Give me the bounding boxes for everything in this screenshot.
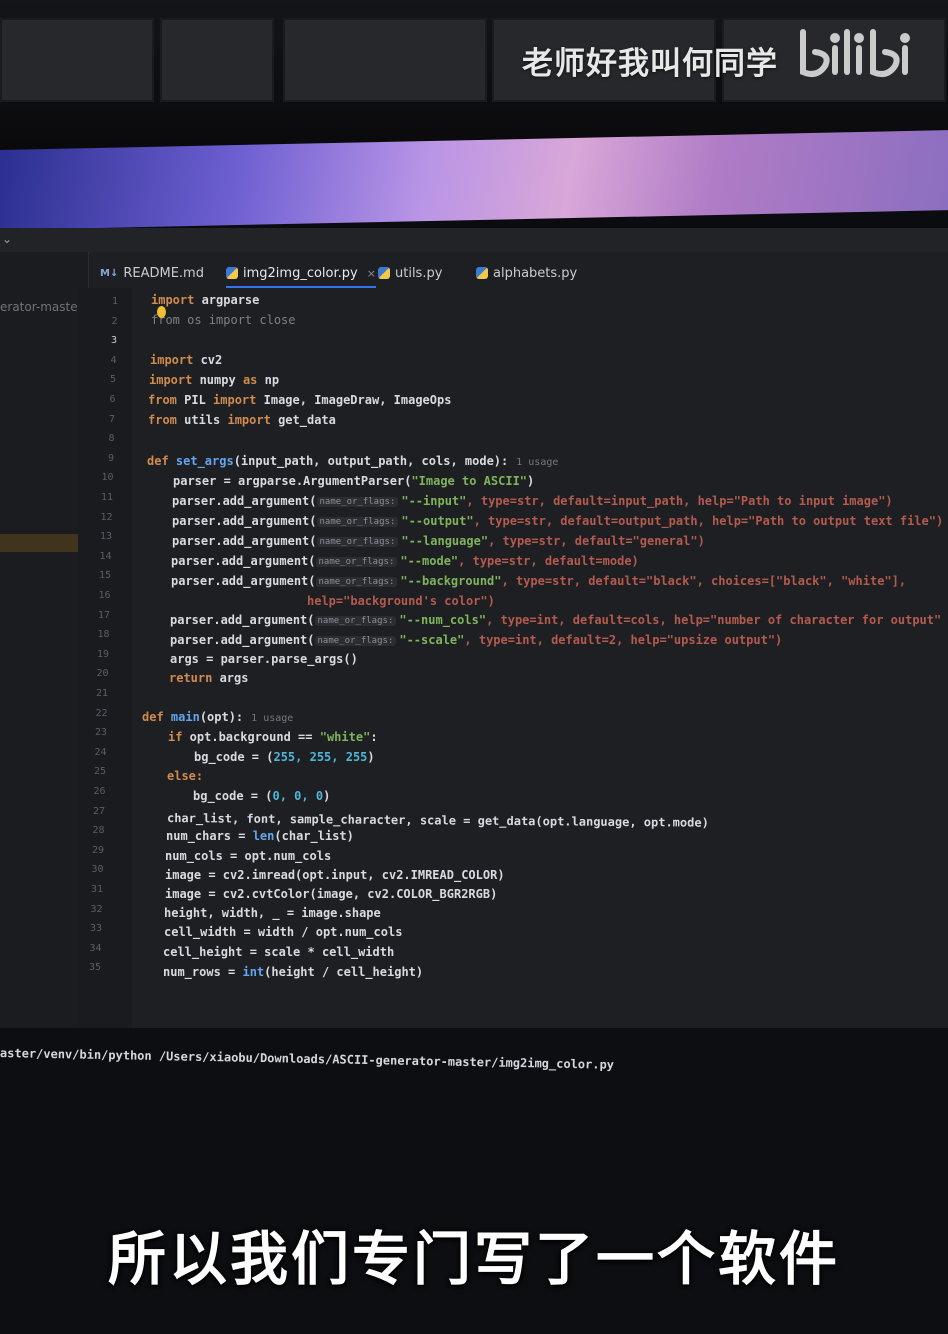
code-line[interactable]: help="background's color") — [307, 594, 495, 608]
uploader-watermark: 老师好我叫何同学 — [522, 46, 778, 82]
line-number: 23 — [94, 727, 107, 739]
python-icon — [226, 267, 238, 279]
code-line[interactable]: from PIL import Image, ImageDraw, ImageO… — [148, 393, 451, 407]
tab-utils[interactable]: utils.py — [378, 260, 442, 286]
tab-label: img2img_color.py — [243, 265, 358, 281]
close-icon[interactable]: × — [367, 267, 376, 280]
line-number: 27 — [92, 805, 105, 817]
line-number: 19 — [96, 648, 109, 660]
code-line[interactable]: cell_height = scale * cell_width — [163, 945, 394, 959]
line-number: 7 — [108, 413, 115, 425]
line-number: 9 — [107, 452, 114, 464]
code-line[interactable]: parser.add_argument(name_or_flags: "--inp… — [172, 494, 893, 508]
chevron-down-icon[interactable]: ⌄ — [2, 232, 12, 246]
line-number: 29 — [91, 844, 104, 856]
code-line[interactable]: if opt.background == "white": — [168, 730, 378, 744]
line-number: 10 — [101, 472, 114, 484]
code-line[interactable]: parser.add_argument(name_or_flags: "--mod… — [171, 554, 639, 568]
line-number: 20 — [96, 668, 109, 680]
window-pane — [0, 18, 154, 102]
code-line[interactable]: def set_args(input_path, output_path, co… — [147, 454, 558, 468]
line-number: 30 — [91, 864, 104, 876]
project-root-item[interactable]: erator-master — [0, 300, 83, 314]
code-line[interactable]: parser.add_argument(name_or_flags: "--out… — [172, 514, 943, 528]
markdown-icon: M↓ — [100, 267, 119, 279]
line-number: 13 — [99, 531, 112, 543]
code-line[interactable]: else: — [167, 769, 203, 783]
code-line[interactable]: parser.add_argument(name_or_flags: "--sca… — [170, 633, 782, 647]
code-line[interactable]: parser.add_argument(name_or_flags: "--lan… — [172, 534, 705, 548]
code-line[interactable]: args = parser.parse_args() — [170, 652, 358, 666]
code-line[interactable]: height, width, _ = image.shape — [164, 906, 381, 920]
code-line[interactable]: image = cv2.imread(opt.input, cv2.IMREAD… — [165, 868, 505, 882]
python-icon — [378, 267, 390, 279]
intention-bulb-icon[interactable] — [157, 306, 166, 318]
code-line[interactable]: num_cols = opt.num_cols — [165, 849, 331, 863]
window-pane — [160, 18, 274, 102]
line-number: 16 — [98, 590, 111, 601]
line-number: 28 — [92, 825, 105, 837]
line-number: 12 — [100, 511, 113, 523]
code-line[interactable]: def main(opt): 1 usage — [142, 710, 293, 724]
line-number: 17 — [97, 609, 110, 621]
line-number: 26 — [93, 786, 106, 797]
line-number: 11 — [100, 492, 113, 503]
code-line[interactable]: import argparse — [151, 293, 259, 307]
tab-alphabets[interactable]: alphabets.py — [476, 260, 577, 286]
code-line[interactable]: from os import close — [151, 313, 296, 327]
code-line[interactable]: from utils import get_data — [148, 413, 336, 427]
ide-title-bar: ⌄ — [0, 228, 948, 253]
line-number: 31 — [90, 884, 103, 895]
code-line[interactable]: bg_code = (0, 0, 0) — [193, 789, 330, 803]
bilibili-logo-icon — [800, 29, 910, 77]
code-line[interactable]: num_rows = int(height / cell_height) — [163, 965, 423, 979]
line-number: 2 — [111, 315, 118, 327]
line-number: 1 — [111, 296, 118, 307]
line-number: 33 — [89, 923, 102, 935]
line-number: 32 — [90, 903, 103, 915]
code-line[interactable]: bg_code = (255, 255, 255) — [194, 750, 375, 764]
video-subtitle: 所以我们专门写了一个软件 — [107, 1225, 840, 1293]
tab-label: utils.py — [395, 265, 443, 281]
code-line[interactable]: cell_width = width / opt.num_cols — [164, 925, 402, 939]
line-number: 4 — [110, 354, 117, 366]
editor-tab-bar: M↓ README.md img2img_color.py × utils.py… — [90, 252, 948, 289]
tab-img2img-color[interactable]: img2img_color.py × — [226, 260, 376, 288]
tab-readme[interactable]: M↓ README.md — [100, 260, 204, 286]
line-number: 3 — [110, 335, 117, 347]
line-number: 15 — [98, 570, 111, 582]
line-number: 35 — [88, 962, 101, 974]
line-number: 34 — [89, 942, 102, 954]
line-number: 25 — [93, 766, 106, 778]
window-pane — [283, 18, 487, 102]
code-line[interactable]: return args — [169, 671, 248, 685]
code-line[interactable]: image = cv2.cvtColor(image, cv2.COLOR_BG… — [165, 887, 497, 901]
code-line[interactable]: parser.add_argument(name_or_flags: "--num… — [170, 613, 941, 627]
line-number: 24 — [94, 746, 107, 758]
code-line[interactable]: parser.add_argument(name_or_flags: "--bac… — [171, 574, 906, 588]
line-number: 18 — [97, 629, 110, 641]
tab-label: alphabets.py — [493, 265, 578, 281]
line-number: 8 — [108, 433, 115, 445]
code-line[interactable]: num_chars = len(char_list) — [166, 829, 354, 843]
line-number: 21 — [95, 688, 108, 699]
line-number: 5 — [109, 374, 116, 386]
code-line[interactable]: parser = argparse.ArgumentParser("Image … — [173, 474, 534, 488]
tab-label: README.md — [123, 265, 204, 281]
line-number: 22 — [95, 707, 108, 719]
line-number: 14 — [99, 550, 112, 562]
code-line[interactable]: import cv2 — [150, 353, 222, 367]
python-icon — [476, 267, 488, 279]
line-number: 6 — [109, 394, 116, 405]
terminal-command-line: aster/venv/bin/python /Users/xiaobu/Down… — [0, 1046, 615, 1072]
code-line[interactable]: import numpy as np — [149, 373, 279, 387]
